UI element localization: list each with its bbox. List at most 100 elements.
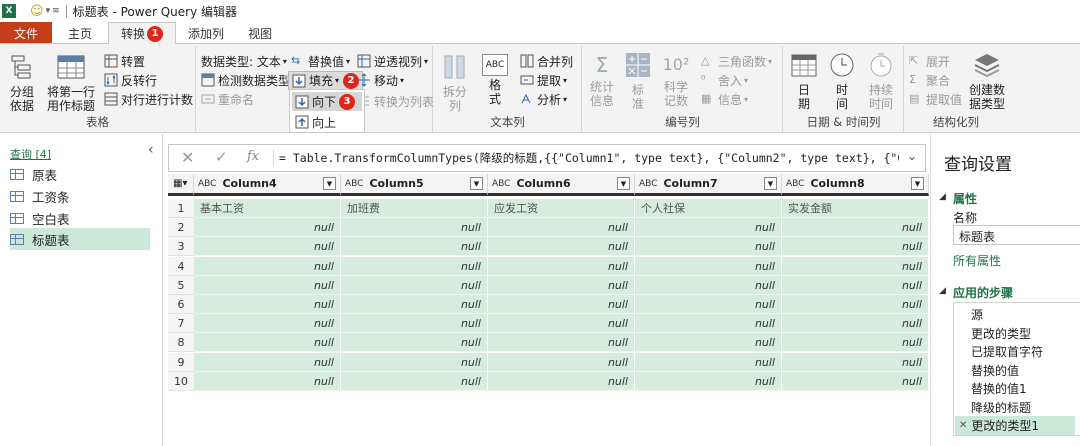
column-header[interactable]: ABC Column6 ▼ [488, 174, 635, 196]
null-cell[interactable]: null [488, 275, 635, 295]
expand-formula-icon[interactable]: ⌄ [907, 149, 917, 163]
row-number[interactable]: 6 [168, 295, 194, 314]
null-cell[interactable]: null [194, 275, 341, 295]
row-number[interactable]: 7 [168, 314, 194, 334]
duration-button[interactable]: 持续 时间 [864, 52, 898, 111]
replace-values-button[interactable]: ⇆ 替换值 ▾ [291, 52, 350, 70]
null-cell[interactable]: null [194, 333, 341, 353]
collapse-triangle-icon[interactable]: ◢ [939, 192, 946, 202]
smiley-icon[interactable]: ☺ [30, 4, 44, 19]
row-number[interactable]: 4 [168, 256, 194, 276]
null-cell[interactable]: null [341, 256, 488, 276]
column-header[interactable]: ABC Column5 ▼ [341, 174, 488, 196]
collapse-triangle-icon[interactable]: ◢ [939, 286, 946, 296]
row-number[interactable]: 1 [168, 199, 194, 218]
format-button[interactable]: ABC 格 式 [480, 54, 510, 106]
row-number[interactable]: 2 [168, 218, 194, 238]
null-cell[interactable]: null [782, 237, 929, 257]
data-type-dropdown[interactable]: 数据类型: 文本 ▾ [201, 52, 287, 70]
query-item-blank[interactable]: 空白表 [10, 208, 150, 228]
all-properties-link[interactable]: 所有属性 [953, 252, 1001, 269]
null-cell[interactable]: null [341, 237, 488, 257]
null-cell[interactable]: null [194, 237, 341, 257]
null-cell[interactable]: null [194, 295, 341, 314]
query-item-payroll[interactable]: 工资条 [10, 186, 150, 206]
null-cell[interactable]: null [488, 333, 635, 353]
group-by-button[interactable]: 分组 依据 [4, 54, 40, 113]
null-cell[interactable]: null [341, 352, 488, 372]
text-type-icon[interactable]: ABC [345, 179, 363, 189]
tab-add-column[interactable]: 添加列 [176, 22, 236, 44]
confirm-formula-icon[interactable]: ✓ [215, 148, 228, 166]
customize-toolbar-icon[interactable]: ≡ [52, 6, 60, 16]
queries-header[interactable]: 查询 [4] [10, 146, 51, 162]
null-cell[interactable]: null [488, 352, 635, 372]
null-cell[interactable]: null [488, 256, 635, 276]
convert-to-list-button[interactable]: 转换为列表 [357, 92, 434, 110]
column-header[interactable]: ABC Column8 ▼ [782, 174, 929, 196]
null-cell[interactable]: null [782, 256, 929, 276]
null-cell[interactable]: null [488, 218, 635, 238]
null-cell[interactable]: null [635, 218, 782, 238]
tab-home[interactable]: 主页 [52, 22, 108, 44]
column-filter-dropdown-icon[interactable]: ▼ [911, 177, 924, 190]
row-number[interactable]: 8 [168, 333, 194, 353]
row-number[interactable]: 5 [168, 275, 194, 295]
null-cell[interactable]: null [782, 295, 929, 314]
table-cell[interactable]: 加班费 [341, 199, 488, 218]
reverse-rows-button[interactable]: 反转行 [104, 71, 157, 89]
formula-input[interactable]: = Table.TransformColumnTypes(降级的标题,{{"Co… [279, 150, 899, 166]
null-cell[interactable]: null [194, 314, 341, 334]
null-cell[interactable]: null [341, 371, 488, 391]
text-type-icon[interactable]: ABC [492, 179, 510, 189]
fx-icon[interactable]: fx [247, 149, 259, 164]
extract-values-button[interactable]: ▤ 提取值 [909, 90, 962, 108]
detect-type-button[interactable]: 检测数据类型 [201, 71, 290, 89]
query-item-original[interactable]: 原表 [10, 164, 150, 184]
fill-button[interactable]: 填充 ▾ 2 [288, 71, 364, 90]
unpivot-button[interactable]: 逆透视列 ▾ [357, 52, 428, 70]
aggregate-button[interactable]: Σ 聚合 [909, 71, 950, 89]
quick-access-dropdown-icon[interactable]: ▾ [46, 6, 51, 16]
null-cell[interactable]: null [341, 275, 488, 295]
null-cell[interactable]: null [635, 333, 782, 353]
null-cell[interactable]: null [488, 295, 635, 314]
tab-transform[interactable]: 转换 1 [108, 22, 177, 44]
null-cell[interactable]: null [488, 314, 635, 334]
null-cell[interactable]: null [635, 237, 782, 257]
table-menu-icon[interactable]: ▦▾ [168, 174, 194, 196]
count-rows-button[interactable]: 对行进行计数 [104, 90, 193, 108]
null-cell[interactable]: null [782, 314, 929, 334]
null-cell[interactable]: null [194, 256, 341, 276]
split-column-button[interactable]: 拆分 列 [440, 54, 470, 113]
null-cell[interactable]: null [488, 237, 635, 257]
null-cell[interactable]: null [782, 371, 929, 391]
rename-button[interactable]: 重命名 [201, 90, 254, 108]
table-cell[interactable]: 个人社保 [635, 199, 782, 218]
null-cell[interactable]: null [341, 295, 488, 314]
use-first-row-button[interactable]: 将第一行 用作标题 [44, 54, 98, 113]
extract-button[interactable]: 提取 ▾ [520, 71, 567, 89]
null-cell[interactable]: null [782, 218, 929, 238]
tab-view[interactable]: 视图 [236, 22, 284, 44]
column-filter-dropdown-icon[interactable]: ▼ [764, 177, 777, 190]
tab-file[interactable]: 文件 [0, 22, 53, 44]
null-cell[interactable]: null [341, 218, 488, 238]
null-cell[interactable]: null [635, 256, 782, 276]
query-name-input[interactable]: 标题表 [953, 225, 1080, 245]
column-header[interactable]: ABC Column4 ▼ [194, 174, 341, 196]
cancel-formula-icon[interactable]: ✕ [181, 148, 194, 167]
null-cell[interactable]: null [635, 295, 782, 314]
column-filter-dropdown-icon[interactable]: ▼ [617, 177, 630, 190]
null-cell[interactable]: null [194, 218, 341, 238]
text-type-icon[interactable]: ABC [639, 179, 657, 189]
collapse-pane-icon[interactable]: ‹ [148, 142, 154, 158]
parse-button[interactable]: 分析 ▾ [520, 90, 567, 108]
scientific-button[interactable]: 10² 科学 记数 [659, 52, 693, 108]
null-cell[interactable]: null [635, 352, 782, 372]
row-number[interactable]: 9 [168, 352, 194, 372]
column-header[interactable]: ABC Column7 ▼ [635, 174, 782, 196]
text-type-icon[interactable]: ABC [786, 179, 804, 189]
text-type-icon[interactable]: ABC [198, 179, 216, 189]
delete-step-icon[interactable]: ✕ [959, 420, 967, 431]
